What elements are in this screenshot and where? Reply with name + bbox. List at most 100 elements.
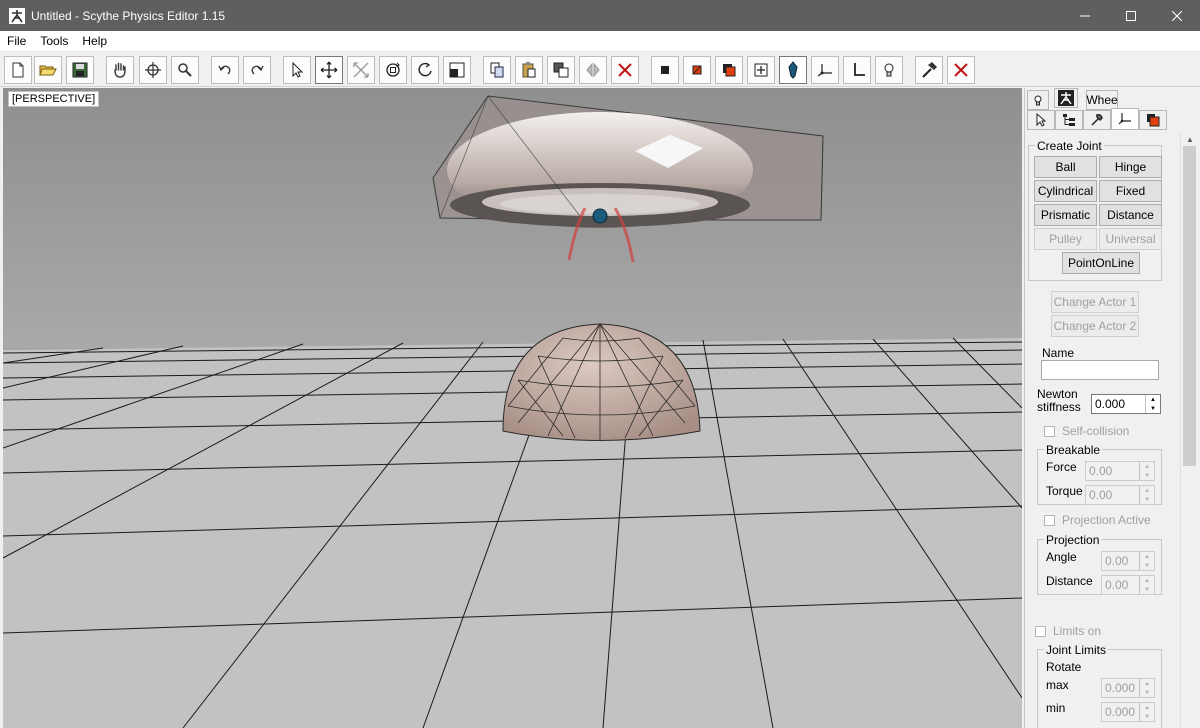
scythe-tab-icon — [1058, 90, 1074, 106]
menu-bar: File Tools Help — [0, 31, 1200, 51]
mirror-button[interactable] — [579, 56, 607, 84]
angle-stepper[interactable]: 0.00 ▲ ▼ — [1101, 551, 1155, 571]
joint-tab[interactable] — [1111, 108, 1139, 130]
change-actor2-button[interactable]: Change Actor 2 — [1051, 315, 1139, 337]
sphere-actor-button[interactable] — [683, 56, 711, 84]
joint-axis-icon — [817, 64, 832, 77]
force-value: 0.00 — [1089, 464, 1113, 478]
redo-button[interactable] — [243, 56, 271, 84]
copy-button[interactable] — [483, 56, 511, 84]
min-value: 0.000 — [1105, 705, 1136, 719]
clone-button[interactable] — [547, 56, 575, 84]
rotate-label: Rotate — [1046, 660, 1082, 674]
tools-tab[interactable] — [1083, 110, 1111, 130]
scythe-tab[interactable] — [1054, 88, 1078, 108]
menu-file[interactable]: File — [0, 34, 33, 48]
move-button[interactable] — [315, 56, 343, 84]
joint-anchor-button[interactable] — [779, 56, 807, 84]
projection-title: Projection — [1044, 533, 1102, 547]
pointonline-joint-button[interactable]: PointOnLine — [1062, 252, 1140, 274]
scroll-thumb[interactable] — [1183, 146, 1196, 466]
undo-icon — [218, 65, 231, 75]
remove-icon — [954, 63, 968, 77]
menu-help[interactable]: Help — [75, 34, 114, 48]
select-button[interactable] — [283, 56, 311, 84]
minimize-icon[interactable] — [1062, 0, 1108, 31]
material-tab[interactable] — [1139, 110, 1167, 130]
perspective-viewport[interactable]: [PERSPECTIVE] — [3, 88, 1022, 728]
angle-value: 0.00 — [1105, 554, 1129, 568]
mesh-actor-button[interactable] — [715, 56, 743, 84]
menu-tools[interactable]: Tools — [33, 34, 75, 48]
spin-down-icon[interactable]: ▼ — [1146, 404, 1160, 413]
light-icon — [884, 63, 894, 77]
min-stepper[interactable]: 0.000 ▲ ▼ — [1101, 702, 1155, 722]
zoom-button[interactable] — [171, 56, 199, 84]
universal-joint-button[interactable]: Universal — [1099, 228, 1162, 250]
newton-label: Newton — [1037, 387, 1078, 401]
cylindrical-joint-button[interactable]: Cylindrical — [1034, 180, 1097, 202]
projection-active-checkbox[interactable]: Projection Active — [1044, 513, 1151, 527]
newton-stiffness-stepper[interactable]: 0.000 ▲ ▼ — [1091, 394, 1161, 414]
joint-axis-button[interactable] — [811, 56, 839, 84]
prismatic-joint-button[interactable]: Prismatic — [1034, 204, 1097, 226]
close-icon[interactable] — [1154, 0, 1200, 31]
name-label: Name — [1042, 346, 1075, 360]
undo-button[interactable] — [211, 56, 239, 84]
add-shape-button[interactable] — [747, 56, 775, 84]
copy-icon — [490, 62, 504, 78]
orbit-button[interactable] — [139, 56, 167, 84]
new-file-button[interactable] — [4, 56, 32, 84]
select-tab[interactable] — [1027, 110, 1055, 130]
scale-button[interactable] — [347, 56, 375, 84]
min-label: min — [1046, 701, 1066, 715]
resize-icon — [449, 62, 465, 78]
joint-frame-button[interactable] — [843, 56, 871, 84]
name-field[interactable] — [1041, 360, 1159, 380]
light-button[interactable] — [875, 56, 903, 84]
box-actor-button[interactable] — [651, 56, 679, 84]
distance-stepper[interactable]: 0.00 ▲ ▼ — [1101, 575, 1155, 595]
torque-stepper[interactable]: 0.00 ▲ ▼ — [1085, 485, 1155, 505]
rotate-button[interactable] — [411, 56, 439, 84]
distance-joint-button[interactable]: Distance — [1099, 204, 1162, 226]
distance-value: 0.00 — [1105, 578, 1129, 592]
hierarchy-tab[interactable] — [1055, 110, 1083, 130]
breakable-group: Breakable Force 0.00 ▲ ▼ Torque 0.00 ▲ ▼ — [1037, 443, 1162, 505]
ball-joint-button[interactable]: Ball — [1034, 156, 1097, 178]
save-button[interactable] — [66, 56, 94, 84]
wheel-tab[interactable]: Whee — [1086, 90, 1118, 110]
joint-limits-group: Joint Limits Rotate max 0.000 ▲ ▼ min 0.0… — [1037, 643, 1162, 728]
scale-icon — [353, 62, 369, 78]
mirror-icon — [586, 62, 600, 78]
fixed-joint-button[interactable]: Fixed — [1099, 180, 1162, 202]
resize-button[interactable] — [443, 56, 471, 84]
hinge-joint-button[interactable]: Hinge — [1099, 156, 1162, 178]
delete-button[interactable] — [611, 56, 639, 84]
pulley-joint-button[interactable]: Pulley — [1034, 228, 1097, 250]
change-actor1-button[interactable]: Change Actor 1 — [1051, 291, 1139, 313]
stiffness-label: stiffness — [1037, 400, 1081, 414]
force-stepper[interactable]: 0.00 ▲ ▼ — [1085, 461, 1155, 481]
joint-limits-title: Joint Limits — [1044, 643, 1109, 657]
pan-button[interactable] — [106, 56, 134, 84]
max-stepper[interactable]: 0.000 ▲ ▼ — [1101, 678, 1155, 698]
projection-group: Projection Angle 0.00 ▲ ▼ Distance 0.00 ▲… — [1037, 533, 1162, 595]
hammer-button[interactable] — [915, 56, 943, 84]
clone-icon — [553, 62, 569, 78]
light-tab[interactable] — [1027, 90, 1049, 110]
panel-scrollbar[interactable]: ▲ — [1180, 132, 1198, 728]
remove-button[interactable] — [947, 56, 975, 84]
self-collision-checkbox[interactable]: Self-collision — [1044, 424, 1129, 438]
paste-button[interactable] — [515, 56, 543, 84]
maximize-icon[interactable] — [1108, 0, 1154, 31]
toolbar — [0, 51, 1200, 87]
angle-label: Angle — [1046, 550, 1077, 564]
spin-up-icon[interactable]: ▲ — [1146, 395, 1160, 404]
rotate-local-button[interactable] — [379, 56, 407, 84]
scroll-up-icon[interactable]: ▲ — [1181, 132, 1199, 146]
open-button[interactable] — [34, 56, 62, 84]
tools-tab-icon — [1091, 114, 1103, 126]
limits-on-checkbox[interactable]: Limits on — [1035, 624, 1101, 638]
move-icon — [320, 61, 338, 79]
